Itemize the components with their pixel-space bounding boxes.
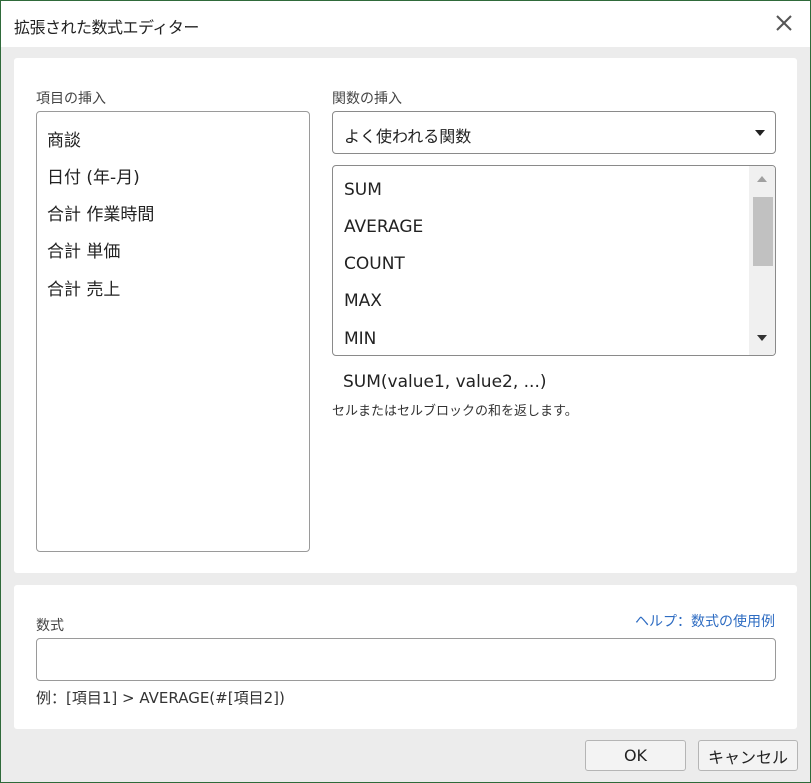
dialog-title: 拡張された数式エディター bbox=[14, 18, 199, 37]
help-link[interactable]: ヘルプ：数式の使用例 bbox=[635, 611, 775, 631]
function-item[interactable]: COUNT bbox=[344, 254, 405, 274]
formula-label: 数式 bbox=[36, 618, 64, 634]
function-item[interactable]: SUM bbox=[344, 180, 382, 200]
formula-example: 例：[項目1] > AVERAGE(#[項目2]) bbox=[36, 689, 285, 707]
function-item[interactable]: MIN bbox=[344, 329, 376, 349]
formula-input[interactable] bbox=[36, 638, 776, 681]
ok-button[interactable]: OK bbox=[585, 740, 686, 771]
list-item[interactable]: 合計 単価 bbox=[47, 237, 120, 262]
cancel-button[interactable]: キャンセル bbox=[698, 740, 798, 771]
caret-down-icon bbox=[755, 130, 765, 136]
scroll-up-arrow-icon[interactable] bbox=[757, 176, 767, 182]
item-list[interactable]: 商談 日付 (年-月) 合計 作業時間 合計 単価 合計 売上 bbox=[36, 111, 310, 552]
insert-panel: 項目の挿入 商談 日付 (年-月) 合計 作業時間 合計 単価 合計 売上 関数… bbox=[14, 58, 797, 573]
function-category-select[interactable]: よく使われる関数 bbox=[332, 111, 776, 154]
function-item[interactable]: MAX bbox=[344, 291, 382, 311]
function-list-scrollbar[interactable] bbox=[749, 166, 775, 355]
function-category-value: よく使われる関数 bbox=[344, 127, 472, 146]
scroll-down-arrow-icon[interactable] bbox=[757, 335, 767, 341]
list-item[interactable]: 商談 bbox=[47, 126, 81, 151]
function-description: セルまたはセルブロックの和を返します。 bbox=[332, 404, 578, 419]
title-bar: 拡張された数式エディター bbox=[1, 1, 810, 47]
function-signature: SUM(value1, value2, ...) bbox=[343, 372, 547, 392]
functions-section-label: 関数の挿入 bbox=[332, 91, 402, 107]
formula-panel: 数式 ヘルプ：数式の使用例 例：[項目1] > AVERAGE(#[項目2]) bbox=[14, 585, 797, 729]
function-item[interactable]: AVERAGE bbox=[344, 217, 423, 237]
items-section-label: 項目の挿入 bbox=[36, 91, 106, 107]
formula-editor-dialog: 拡張された数式エディター 項目の挿入 商談 日付 (年-月) 合計 作業時間 合… bbox=[0, 0, 811, 783]
function-list[interactable]: SUM AVERAGE COUNT MAX MIN bbox=[332, 165, 776, 356]
scroll-thumb[interactable] bbox=[753, 197, 773, 266]
list-item[interactable]: 合計 売上 bbox=[47, 275, 120, 300]
list-item[interactable]: 日付 (年-月) bbox=[47, 163, 140, 188]
close-icon[interactable] bbox=[772, 11, 796, 35]
list-item[interactable]: 合計 作業時間 bbox=[47, 200, 154, 225]
